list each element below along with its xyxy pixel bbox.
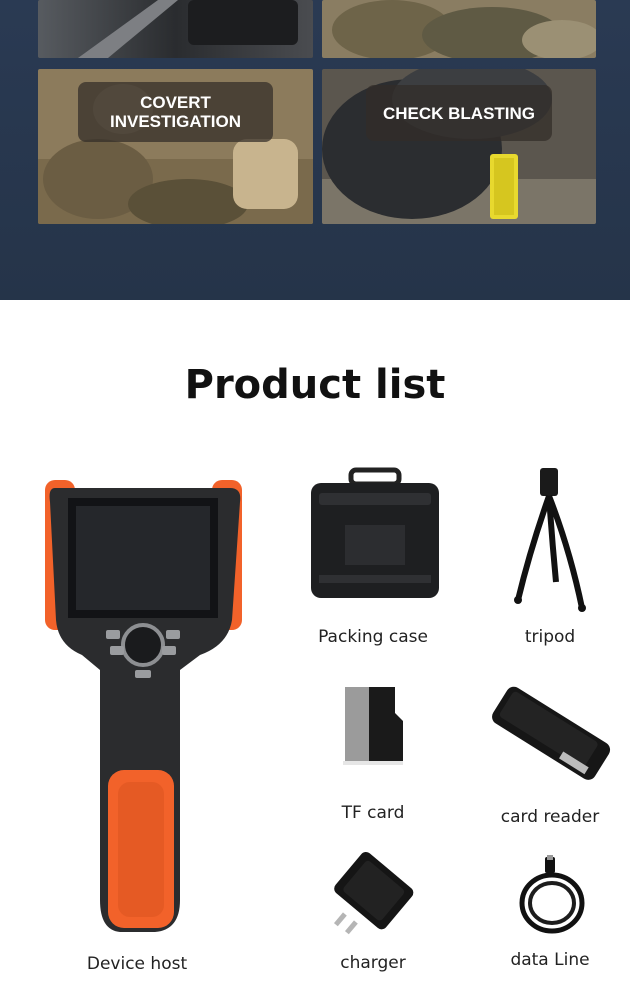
tile-label: CHECK BLASTING <box>366 85 552 141</box>
product-label: data Line <box>510 950 590 970</box>
product-item-data-line: data Line <box>460 855 630 982</box>
product-label: charger <box>340 953 406 973</box>
card-reader-image <box>492 686 611 780</box>
application-tile-vehicle <box>38 0 313 58</box>
tile-label: COVERT INVESTIGATION <box>78 82 273 142</box>
application-tile-covert-investigation: COVERT INVESTIGATION <box>38 69 313 224</box>
application-tile-soldiers <box>322 0 596 58</box>
product-item-tf-card: TF card <box>283 685 463 830</box>
product-list-title: Product list <box>184 362 446 408</box>
product-label: card reader <box>500 807 600 827</box>
product-label: TF card <box>341 803 405 823</box>
product-item-charger: charger <box>283 850 463 982</box>
application-tile-check-blasting: CHECK BLASTING <box>322 69 596 224</box>
product-item-packing-case: Packing case <box>283 465 463 655</box>
tripod-image <box>514 468 586 612</box>
product-label: Packing case <box>318 627 428 647</box>
application-image <box>38 0 313 58</box>
data-line-image <box>519 855 585 934</box>
product-label: tripod <box>524 627 576 647</box>
product-label: Device host <box>86 954 188 974</box>
product-item-tripod: tripod <box>460 460 630 655</box>
product-item-device-host: Device host <box>0 470 260 982</box>
product-item-card-reader: card reader <box>460 680 630 835</box>
packing-case-image <box>311 467 439 598</box>
charger-image <box>333 851 414 935</box>
application-image <box>322 0 596 58</box>
tf-card-image <box>343 687 403 765</box>
applications-section: COVERT INVESTIGATION CHECK BLASTING <box>0 0 630 300</box>
device-host-image <box>45 480 242 932</box>
